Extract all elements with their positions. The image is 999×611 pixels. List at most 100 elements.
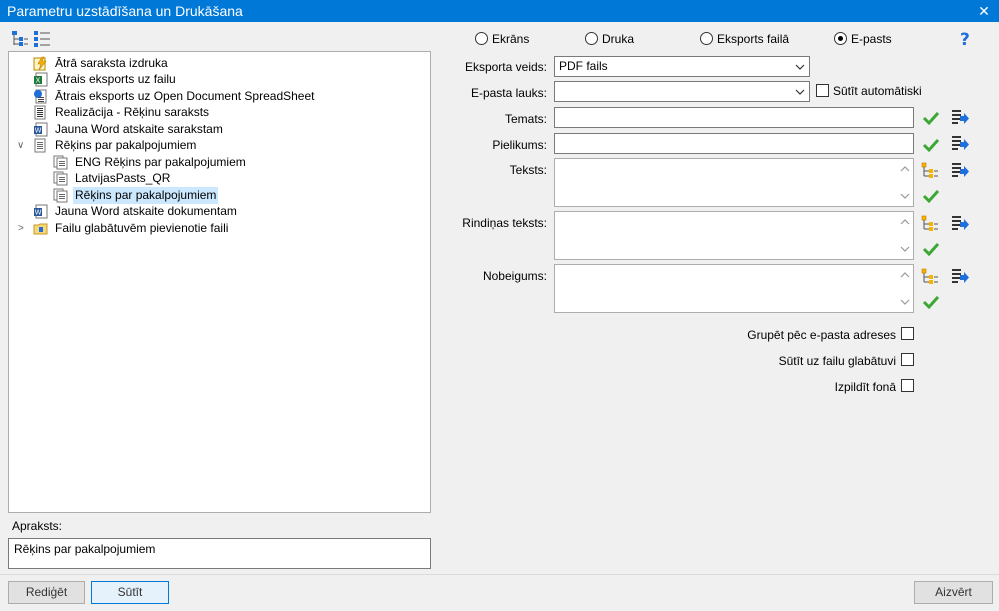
check-icon[interactable] <box>922 294 940 310</box>
excel-icon: X <box>34 72 48 87</box>
document-icon <box>53 155 68 170</box>
insert-field-icon[interactable] <box>951 162 969 178</box>
close-icon[interactable]: ✕ <box>975 0 993 22</box>
scroll-down-icon[interactable] <box>900 244 910 254</box>
tree-item[interactable]: Ātrais eksports uz Open Document SpreadS… <box>33 88 314 105</box>
tree-item[interactable]: W Jauna Word atskaite sarakstam <box>33 121 223 138</box>
text-label: Teksts: <box>509 163 547 177</box>
radio-label: E-pasts <box>851 32 892 46</box>
report-tree[interactable]: Ātrā saraksta izdruka X Ātrais eksports … <box>8 51 431 513</box>
svg-text:W: W <box>35 209 42 217</box>
document-icon <box>53 171 68 186</box>
insert-field-icon[interactable] <box>951 268 969 284</box>
radio-circle[interactable] <box>700 32 713 45</box>
auto-send-label: Sūtīt automātiski <box>833 84 922 98</box>
list-view-icon[interactable] <box>33 30 51 48</box>
email-field-select[interactable] <box>554 81 810 102</box>
document-icon <box>34 138 46 153</box>
help-icon[interactable]: ? <box>959 30 973 48</box>
scroll-down-icon[interactable] <box>900 191 910 201</box>
report-icon <box>34 105 46 120</box>
radio-label: Ekrāns <box>492 32 530 46</box>
tree-item-label: Jauna Word atskaite dokumentam <box>55 204 237 218</box>
auto-send-checkbox[interactable] <box>816 84 829 97</box>
description-label: Apraksts: <box>12 519 63 533</box>
tree-item-label: LatvijasPasts_QR <box>75 171 171 185</box>
chevron-down-icon[interactable] <box>795 57 805 76</box>
attachment-input[interactable] <box>554 133 914 154</box>
window-title: Parametru uzstādīšana un Drukāšana <box>7 3 243 19</box>
svg-text:?: ? <box>960 30 970 48</box>
description-field[interactable]: Rēķins par pakalpojumiem <box>8 538 431 569</box>
radio-label: Eksports failā <box>717 32 790 46</box>
export-type-select[interactable]: PDF fails <box>554 56 810 77</box>
row-text-label: Rindiņas teksts: <box>462 216 547 230</box>
radio-circle[interactable] <box>585 32 598 45</box>
scroll-up-icon[interactable] <box>900 164 910 174</box>
scroll-up-icon[interactable] <box>900 270 910 280</box>
attachment-label: Pielikums: <box>492 138 547 152</box>
tree-item-label: Rēķins par pakalpojumiem <box>73 187 219 204</box>
tree-item-label: ENG Rēķins par pakalpojumiem <box>75 155 246 169</box>
tree-item[interactable]: Failu glabātuvēm pievienotie faili <box>33 220 228 237</box>
scroll-down-icon[interactable] <box>900 297 910 307</box>
chevron-right-icon[interactable]: > <box>18 224 28 234</box>
edit-button[interactable]: Rediģēt <box>8 581 85 604</box>
chevron-down-icon[interactable] <box>795 82 805 101</box>
subject-input[interactable] <box>554 107 914 128</box>
insert-field-icon[interactable] <box>951 135 969 151</box>
tree-item-label: Realizācija - Rēķinu saraksts <box>55 105 210 119</box>
tree-item[interactable]: Rēķins par pakalpojumiem <box>33 137 196 154</box>
check-icon[interactable] <box>922 137 940 153</box>
radio-label: Druka <box>602 32 635 46</box>
ending-label: Nobeigums: <box>482 269 547 283</box>
tree-item[interactable]: W Jauna Word atskaite dokumentam <box>33 203 237 220</box>
tree-field-icon[interactable] <box>921 268 939 284</box>
export-type-label: Eksporta veids: <box>464 60 547 74</box>
radio-circle[interactable] <box>475 32 488 45</box>
radio-circle-selected[interactable] <box>834 32 847 45</box>
svg-text:W: W <box>35 127 42 135</box>
check-icon[interactable] <box>922 110 940 126</box>
word-icon: W <box>34 204 48 219</box>
send-to-storage-label: Sūtīt uz failu glabātuvi <box>778 354 896 368</box>
check-icon[interactable] <box>922 188 940 204</box>
tree-field-icon[interactable] <box>921 162 939 178</box>
tree-item-selected[interactable]: Rēķins par pakalpojumiem <box>53 187 219 204</box>
insert-field-icon[interactable] <box>951 215 969 231</box>
svg-text:X: X <box>36 77 41 85</box>
tree-item[interactable]: LatvijasPasts_QR <box>53 170 170 187</box>
tree-item[interactable]: ENG Rēķins par pakalpojumiem <box>53 154 246 171</box>
footer-divider <box>0 574 999 575</box>
group-by-email-checkbox[interactable] <box>901 327 914 340</box>
send-button[interactable]: Sūtīt <box>91 581 169 604</box>
tree-item[interactable]: Ātrā saraksta izdruka <box>33 55 168 72</box>
title-bar: Parametru uzstādīšana un Drukāšana ✕ <box>0 0 999 22</box>
tree-item-label: Ātrā saraksta izdruka <box>55 56 168 70</box>
word-icon: W <box>34 122 48 137</box>
email-field-label: E-pasta lauks: <box>470 86 547 100</box>
chevron-down-icon[interactable]: ∨ <box>17 141 27 151</box>
scroll-up-icon[interactable] <box>900 217 910 227</box>
quick-print-icon <box>33 56 47 71</box>
row-text-area[interactable] <box>554 211 914 260</box>
send-to-storage-checkbox[interactable] <box>901 353 914 366</box>
ending-area[interactable] <box>554 264 914 313</box>
tree-item[interactable]: X Ātrais eksports uz failu <box>33 71 176 88</box>
close-button[interactable]: Aizvērt <box>914 581 993 604</box>
tree-item[interactable]: Realizācija - Rēķinu saraksts <box>33 104 209 121</box>
check-icon[interactable] <box>922 241 940 257</box>
tree-item-label: Ātrais eksports uz failu <box>55 72 176 86</box>
tree-item-label: Failu glabātuvēm pievienotie faili <box>55 221 229 235</box>
document-icon <box>53 188 68 203</box>
text-area[interactable] <box>554 158 914 207</box>
insert-field-icon[interactable] <box>951 109 969 125</box>
ods-icon <box>34 89 47 104</box>
tree-field-icon[interactable] <box>921 215 939 231</box>
run-background-checkbox[interactable] <box>901 379 914 392</box>
run-background-label: Izpildīt fonā <box>834 380 896 394</box>
tree-item-label: Jauna Word atskaite sarakstam <box>55 122 223 136</box>
tree-view-icon[interactable] <box>11 30 29 48</box>
export-type-value: PDF fails <box>559 59 608 73</box>
group-by-email-label: Grupēt pēc e-pasta adreses <box>747 328 896 342</box>
